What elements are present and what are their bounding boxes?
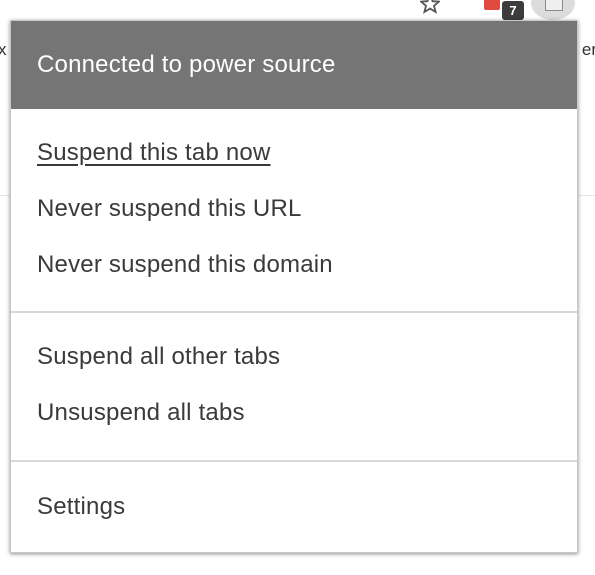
bookmark-label-partial[interactable]: x bbox=[0, 40, 7, 60]
never-suspend-url-link[interactable]: Never suspend this URL bbox=[37, 195, 302, 223]
settings-link[interactable]: Settings bbox=[37, 493, 125, 521]
suspender-extension-icon bbox=[545, 0, 563, 11]
suspend-other-tabs-link[interactable]: Suspend all other tabs bbox=[37, 343, 280, 371]
extension-badge: 7 bbox=[502, 1, 524, 20]
menu-separator bbox=[11, 460, 577, 462]
suspender-popup: Connected to power source Suspend this t… bbox=[10, 20, 578, 553]
extension-red-icon[interactable] bbox=[484, 0, 500, 10]
never-suspend-domain-link[interactable]: Never suspend this domain bbox=[37, 251, 333, 279]
browser-window: x er 7 Connected to power source Suspend… bbox=[0, 0, 595, 575]
star-icon[interactable] bbox=[418, 0, 442, 14]
power-status-header: Connected to power source bbox=[11, 21, 577, 109]
bookmark-label-partial-right[interactable]: er bbox=[582, 40, 595, 60]
unsuspend-all-tabs-link[interactable]: Unsuspend all tabs bbox=[37, 399, 245, 427]
suspend-tab-now-link[interactable]: Suspend this tab now bbox=[37, 139, 271, 167]
menu-separator bbox=[11, 311, 577, 313]
